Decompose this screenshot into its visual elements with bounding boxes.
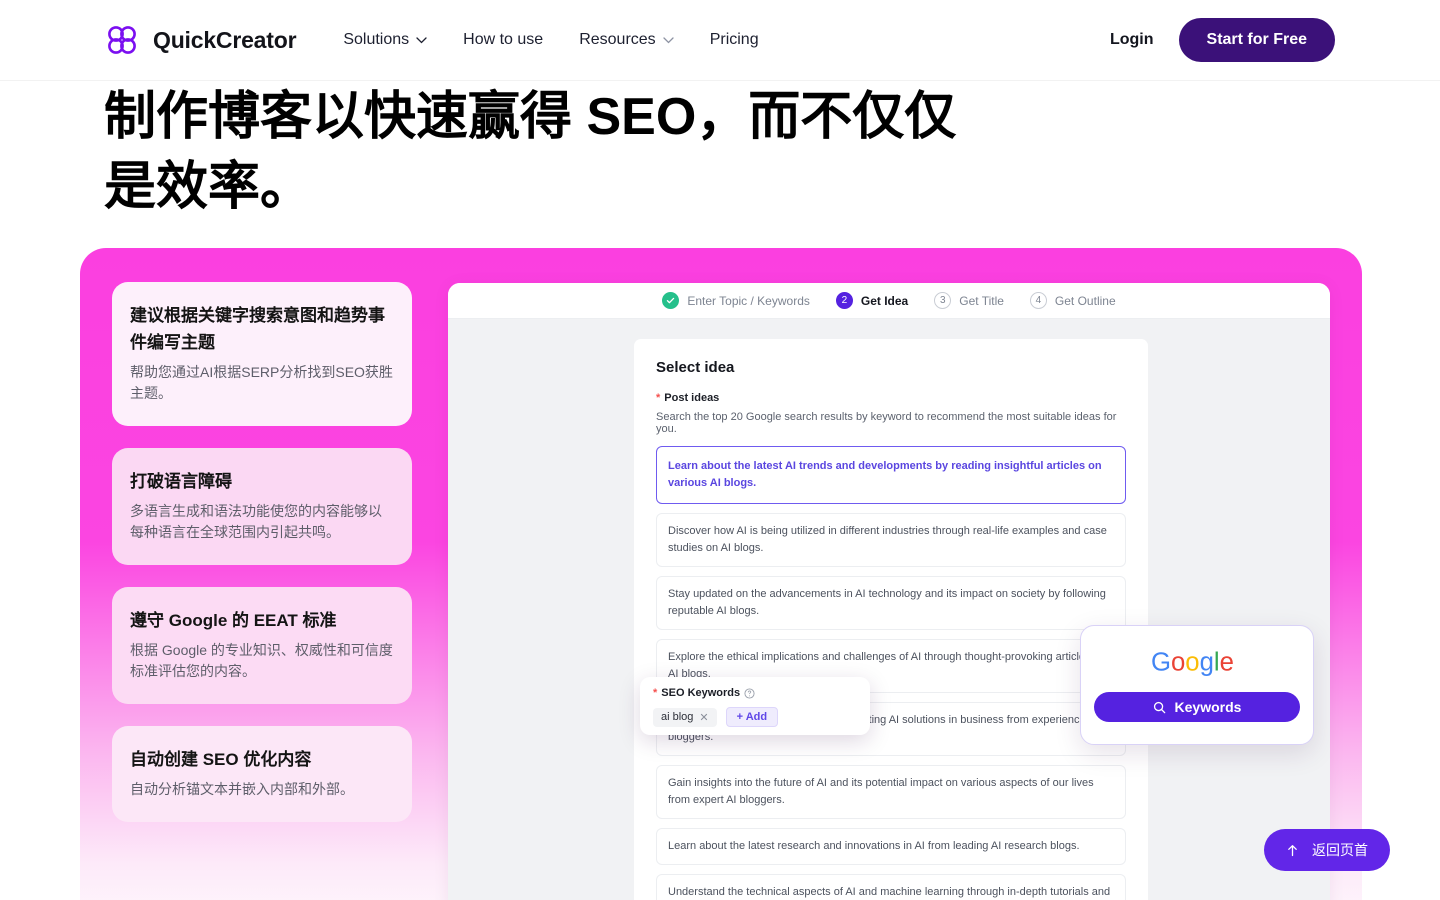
question-circle-icon[interactable] bbox=[744, 687, 755, 699]
step-label: Get Outline bbox=[1054, 293, 1116, 308]
google-keywords-button-label: Keywords bbox=[1174, 699, 1242, 715]
nav-item-label: Resources bbox=[579, 31, 656, 48]
panel-title: Select idea bbox=[656, 359, 735, 376]
keyword-tag-row: ai blog ✕ + Add bbox=[653, 707, 857, 727]
svg-text:Google: Google bbox=[1151, 648, 1234, 676]
seo-keywords-title: * SEO Keywords bbox=[653, 687, 857, 699]
panel-subtitle: Search the top 20 Google search results … bbox=[656, 411, 1117, 435]
wizard-stepper: Enter Topic / Keywords 2 Get Idea 3 Get … bbox=[448, 283, 1330, 319]
idea-option[interactable]: Learn about the latest AI trends and dev… bbox=[656, 446, 1126, 504]
feature-card-list: 建议根据关键字搜索意图和趋势事件编写主题 帮助您通过AI根据SERP分析找到SE… bbox=[112, 282, 412, 822]
add-keyword-button[interactable]: + Add bbox=[725, 707, 779, 727]
login-link[interactable]: Login bbox=[1110, 31, 1154, 49]
keyword-tag-label: ai blog bbox=[661, 711, 694, 723]
nav-item-how-to-use[interactable]: How to use bbox=[463, 31, 543, 49]
app-body: Select idea * Post ideas Search the top … bbox=[448, 319, 1330, 900]
seo-keywords-overlay-card: * SEO Keywords ai blog ✕ + Add bbox=[640, 677, 870, 735]
feature-card-title: 建议根据关键字搜索意图和趋势事件编写主题 bbox=[130, 306, 385, 352]
feature-card[interactable]: 建议根据关键字搜索意图和趋势事件编写主题 帮助您通过AI根据SERP分析找到SE… bbox=[112, 282, 412, 426]
brand-logo[interactable]: QuickCreator bbox=[105, 23, 297, 57]
nav-item-label: Solutions bbox=[343, 31, 410, 48]
brand-name: QuickCreator bbox=[153, 26, 297, 53]
nav-item-pricing[interactable]: Pricing bbox=[710, 31, 759, 49]
top-navigation-bar: QuickCreator Solutions How to use Resour… bbox=[0, 0, 1440, 80]
google-keywords-button[interactable]: Keywords bbox=[1094, 692, 1300, 722]
nav-item-resources[interactable]: Resources bbox=[579, 31, 674, 49]
check-icon bbox=[662, 292, 680, 309]
back-to-top-button[interactable]: 返回页首 bbox=[1264, 829, 1390, 871]
feature-card[interactable]: 打破语言障碍 多语言生成和语法功能使您的内容能够以每种语言在全球范围内引起共鸣。 bbox=[112, 448, 412, 565]
required-mark: * bbox=[656, 391, 661, 404]
step-get-title[interactable]: 3 Get Title bbox=[934, 292, 1004, 309]
quatrefoil-logo-icon bbox=[105, 23, 139, 57]
step-get-idea[interactable]: 2 Get Idea bbox=[835, 292, 909, 309]
idea-option[interactable]: Stay updated on the advancements in AI t… bbox=[656, 576, 1126, 630]
step-number: 2 bbox=[835, 292, 853, 309]
step-number: 4 bbox=[1029, 292, 1047, 309]
idea-option[interactable]: Gain insights into the future of AI and … bbox=[656, 765, 1126, 819]
back-to-top-label: 返回页首 bbox=[1312, 842, 1368, 858]
feature-card-title: 遵守 Google 的 EEAT 标准 bbox=[130, 611, 337, 630]
feature-card[interactable]: 自动创建 SEO 优化内容 自动分析锚文本并嵌入内部和外部。 bbox=[112, 726, 412, 822]
nav-links: Solutions How to use Resources Pricing bbox=[343, 31, 758, 49]
feature-card[interactable]: 遵守 Google 的 EEAT 标准 根据 Google 的专业知识、权威性和… bbox=[112, 587, 412, 704]
field-label-text: Post ideas bbox=[664, 392, 720, 404]
google-logo-icon: Google bbox=[1151, 648, 1242, 678]
search-icon bbox=[1153, 701, 1166, 714]
idea-option[interactable]: Learn about the latest research and inno… bbox=[656, 828, 1126, 865]
step-label: Get Title bbox=[959, 293, 1004, 308]
step-get-outline[interactable]: 4 Get Outline bbox=[1029, 292, 1116, 309]
idea-option[interactable]: Understand the technical aspects of AI a… bbox=[656, 874, 1126, 900]
nav-actions: Login Start for Free bbox=[1110, 18, 1335, 62]
feature-card-desc: 多语言生成和语法功能使您的内容能够以每种语言在全球范围内引起共鸣。 bbox=[130, 503, 382, 540]
close-icon[interactable]: ✕ bbox=[699, 711, 708, 724]
step-enter-topic-keywords[interactable]: Enter Topic / Keywords bbox=[662, 292, 810, 309]
feature-card-desc: 根据 Google 的专业知识、权威性和可信度标准评估您的内容。 bbox=[130, 642, 393, 679]
required-mark: * bbox=[653, 686, 658, 699]
showcase-panel: 建议根据关键字搜索意图和趋势事件编写主题 帮助您通过AI根据SERP分析找到SE… bbox=[80, 248, 1362, 900]
start-for-free-button[interactable]: Start for Free bbox=[1178, 18, 1335, 62]
step-number: 3 bbox=[934, 292, 952, 309]
page-root: QuickCreator Solutions How to use Resour… bbox=[0, 0, 1440, 900]
feature-card-desc: 自动分析锚文本并嵌入内部和外部。 bbox=[130, 781, 354, 797]
post-ideas-label: * Post ideas bbox=[656, 392, 1126, 404]
feature-card-desc: 帮助您通过AI根据SERP分析找到SEO获胜主题。 bbox=[130, 364, 393, 401]
idea-option[interactable]: Discover how AI is being utilized in dif… bbox=[656, 513, 1126, 567]
feature-card-title: 打破语言障碍 bbox=[130, 472, 232, 491]
nav-item-solutions[interactable]: Solutions bbox=[343, 31, 427, 49]
app-preview-window: Enter Topic / Keywords 2 Get Idea 3 Get … bbox=[448, 283, 1330, 900]
google-keywords-overlay-card: Google Keywords bbox=[1080, 625, 1314, 745]
nav-item-label: How to use bbox=[463, 31, 544, 48]
hero-heading: 制作博客以快速赢得 SEO，而不仅仅是效率。 bbox=[104, 88, 957, 216]
seo-keywords-label: SEO Keywords bbox=[661, 687, 741, 699]
select-idea-panel: Select idea * Post ideas Search the top … bbox=[634, 339, 1148, 900]
keyword-tag[interactable]: ai blog ✕ bbox=[653, 707, 717, 727]
chevron-down-icon bbox=[416, 36, 427, 44]
chevron-down-icon bbox=[663, 36, 674, 44]
nav-item-label: Pricing bbox=[709, 31, 759, 48]
step-label: Enter Topic / Keywords bbox=[687, 293, 810, 308]
step-label: Get Idea bbox=[860, 293, 909, 308]
feature-card-title: 自动创建 SEO 优化内容 bbox=[130, 750, 312, 769]
arrow-up-icon bbox=[1286, 844, 1299, 857]
